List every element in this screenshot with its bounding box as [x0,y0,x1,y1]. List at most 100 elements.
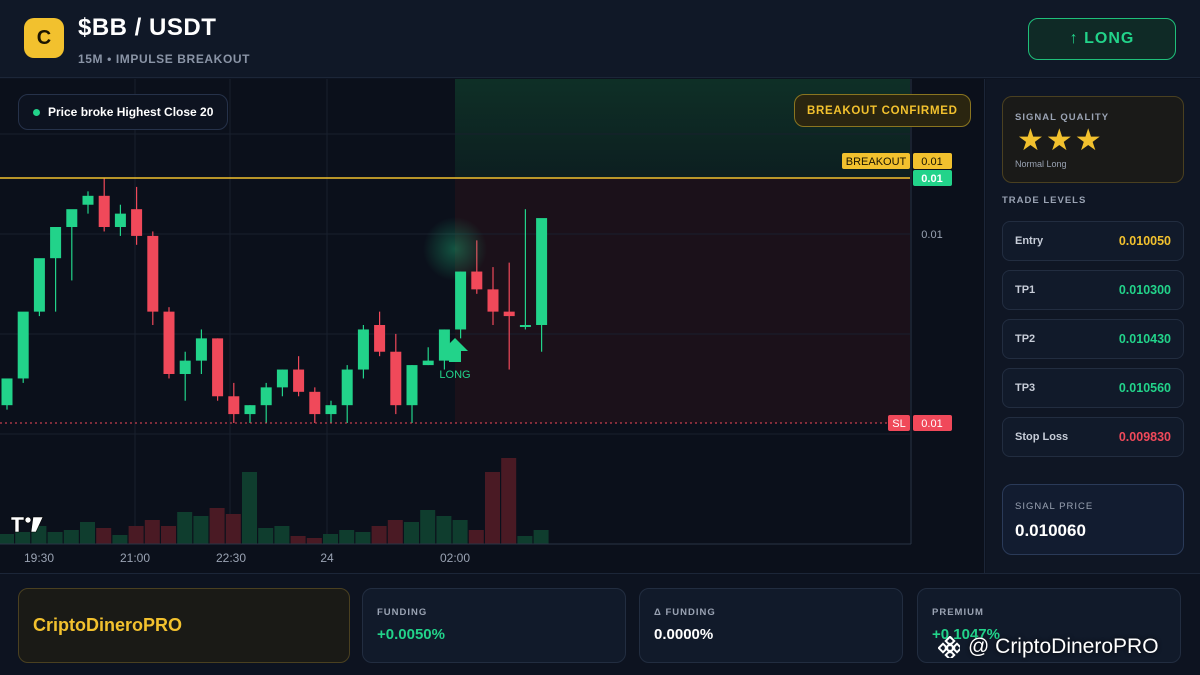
price-chart[interactable]: BREAKOUT 0.01 0.01 0.01 SL 0.01 LONG 19:… [0,79,985,573]
brand-card: CriptoDineroPRO [18,588,350,663]
star-rating-icon: ★★★ [1017,124,1104,157]
volume-bar [404,522,419,544]
signal-glow [423,217,487,281]
sl-tag-label: SL [892,418,905,430]
volume-bar [323,534,338,544]
candle-body [195,338,207,361]
funding-card: FUNDING +0.0050% [362,588,626,663]
trade-level-row: Stop Loss 0.009830 [1002,417,1184,457]
candle-body [293,369,305,392]
candle-body [1,378,13,406]
trade-level-row: TP2 0.010430 [1002,319,1184,359]
candle-body [66,209,78,227]
trade-level-label: Stop Loss [1015,431,1069,443]
volume-bar [177,512,193,544]
time-axis-label: 19:30 [24,551,54,565]
volume-bar [0,534,14,544]
candle-body [309,391,321,415]
candle-body [244,405,256,415]
candle-body [179,360,191,374]
footer-bar: CriptoDineroPRO FUNDING +0.0050% Δ FUNDI… [0,573,1200,675]
volume-bar [436,516,452,544]
time-axis-labels: 19:30 21:00 22:30 24 02:00 [24,551,470,565]
volume-bar [242,472,257,544]
volume-bar [533,530,549,544]
trade-level-value: 0.010050 [1118,234,1171,248]
pair-title: $BB / USDT [78,14,217,41]
volume-bar [80,522,95,544]
candle-body [50,227,62,259]
trade-level-value: 0.009830 [1118,430,1171,444]
timeframe-subtitle: 15M • IMPULSE BREAKOUT [78,52,251,66]
coin-logo: C [24,18,64,58]
volume-bar [15,532,31,544]
volume-bar [387,520,403,544]
volume-bar [47,532,63,544]
volume-bar [193,516,209,544]
volume-bar [274,526,290,544]
breakout-tag-label: BREAKOUT [846,156,907,168]
signal-quality-card: SIGNAL QUALITY ★★★ Normal Long [1002,96,1184,183]
candle-body [487,289,499,312]
funding-value: +0.0050% [377,626,445,643]
watermark: @ CriptoDineroPRO [938,635,1159,659]
trade-level-value: 0.010560 [1118,381,1171,395]
risk-zone [455,178,910,423]
candle-body [163,311,175,374]
candle-body [212,338,224,397]
delta-funding-label: Δ FUNDING [654,607,716,618]
breakout-price: 0.01 [921,156,942,168]
signal-quality-label: SIGNAL QUALITY [1015,112,1110,123]
candle-body [406,365,418,406]
sl-price: 0.01 [921,418,942,430]
header-bar: C $BB / USDT 15M • IMPULSE BREAKOUT ↑ LO… [0,0,1200,78]
price-axis-label: 0.01 [921,229,942,241]
signal-quality-text: Normal Long [1015,159,1067,169]
candle-body [422,360,434,366]
candle-body [98,195,110,227]
trade-level-label: TP1 [1015,284,1036,296]
candlestick-chart[interactable]: BREAKOUT 0.01 0.01 0.01 SL 0.01 LONG 19:… [0,79,985,573]
trade-level-row: TP1 0.010300 [1002,270,1184,310]
delta-funding-value: 0.0000% [654,626,714,643]
volume-bar [468,530,484,544]
volume-bar [355,532,371,544]
candle-body [147,235,159,312]
status-dot-icon [33,108,40,116]
volume-bar [209,508,225,544]
volume-bar [306,538,322,544]
volume-bar [517,536,533,544]
breakout-confirmed-badge: BREAKOUT CONFIRMED [794,94,971,127]
volume-bar [144,520,160,544]
delta-funding-card: Δ FUNDING 0.0000% [639,588,903,663]
trade-level-label: TP3 [1015,382,1036,394]
candle-body [33,258,45,312]
signal-price-value: 0.010060 [1015,521,1086,540]
trade-level-label: Entry [1015,235,1044,247]
time-axis-label: 24 [320,551,334,565]
candle-body [341,369,353,406]
breakout-info-pill: Price broke Highest Close 20 [18,94,229,130]
candle-body [536,218,548,325]
current-price: 0.01 [921,173,942,185]
candle-body [82,195,94,205]
signal-price-card: SIGNAL PRICE 0.010060 [1002,484,1184,555]
volume-bar [420,510,436,544]
candle-body [131,209,143,236]
candle-body [276,369,288,388]
premium-label: PREMIUM [932,607,984,618]
candle-body [325,405,337,415]
candle-body [374,325,386,352]
long-button[interactable]: ↑ LONG [1028,18,1176,60]
candle-body [357,329,369,370]
volume-bar [452,520,468,544]
candle-body [228,396,240,415]
volume-bar [225,514,241,544]
time-axis-label: 02:00 [440,551,470,565]
trade-level-label: TP2 [1015,333,1036,345]
candle-body [17,311,29,379]
volume-bar [485,472,500,544]
candle-body [390,351,402,406]
candle-body [260,387,272,406]
trade-level-row: Entry 0.010050 [1002,221,1184,261]
